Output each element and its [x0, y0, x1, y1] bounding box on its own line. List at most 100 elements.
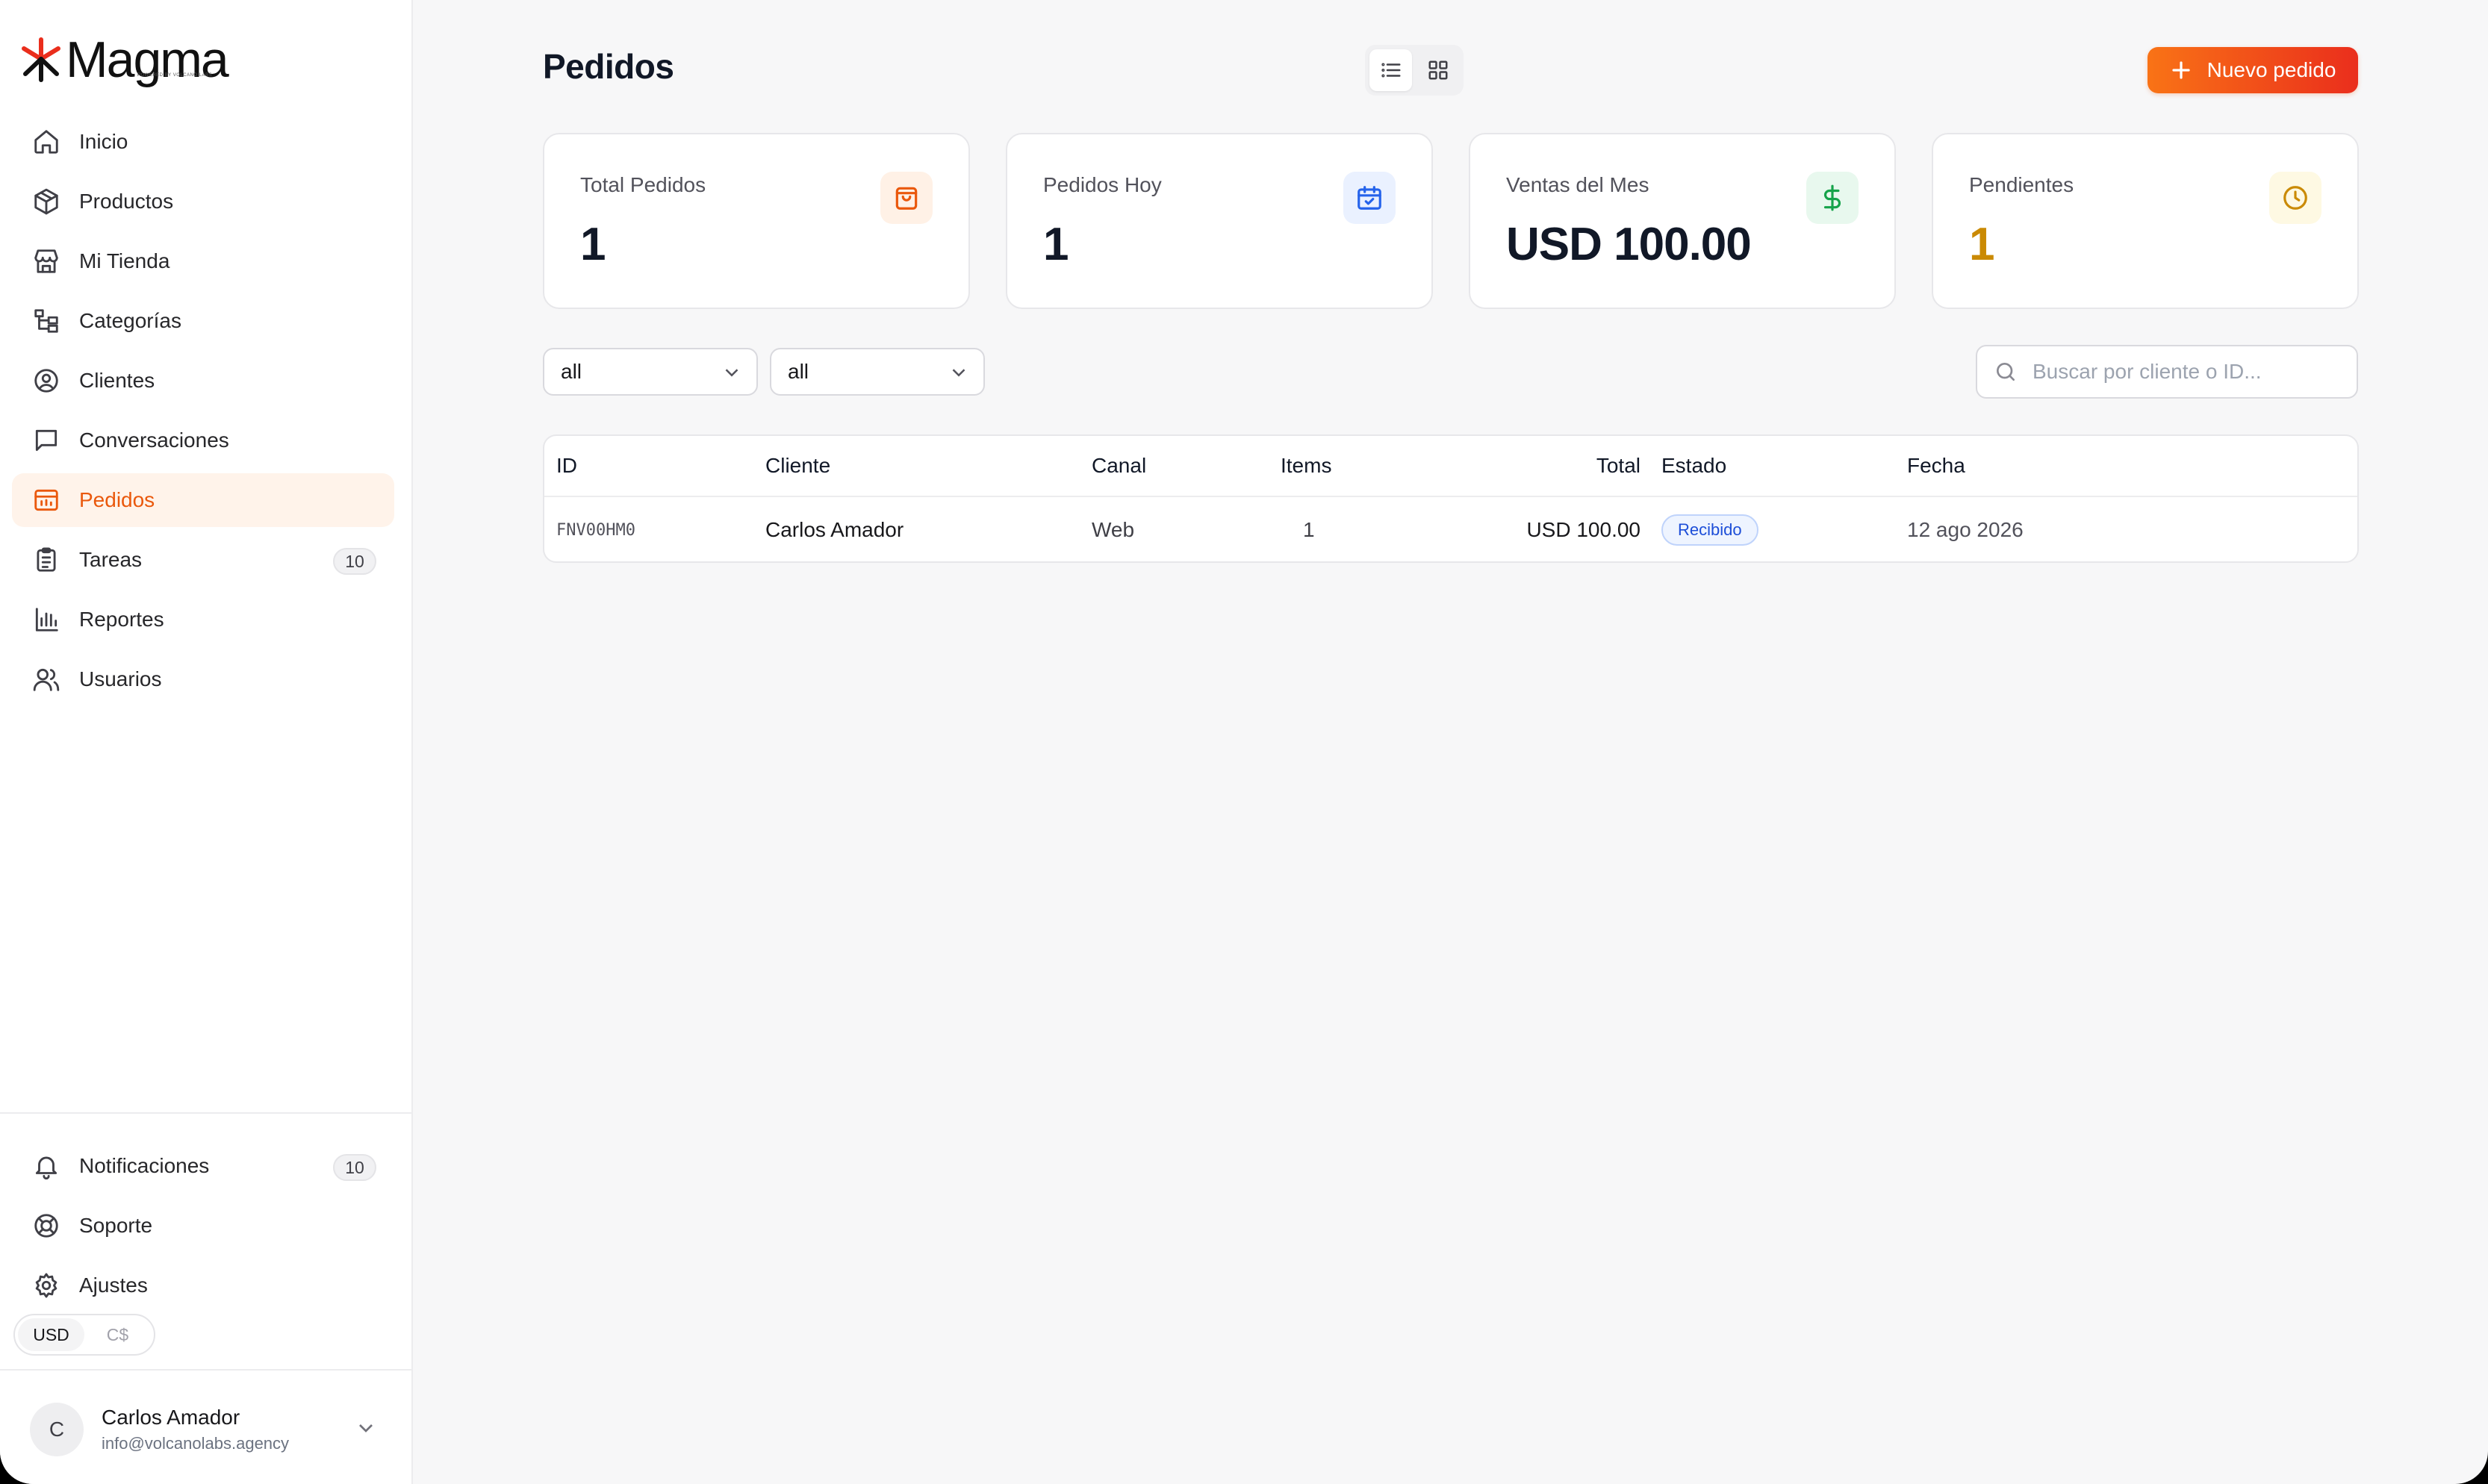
bar-chart-icon — [31, 605, 61, 635]
sidebar-item-label: Reportes — [79, 608, 164, 631]
new-order-button[interactable]: Nuevo pedido — [2148, 47, 2358, 93]
calendar-check-icon — [1343, 172, 1396, 224]
sidebar-item-label: Clientes — [79, 369, 155, 392]
home-icon — [31, 127, 61, 157]
sidebar: Magma POWERED BY VOLCANO LABS Inicio Pro… — [0, 0, 413, 1484]
chevron-down-icon — [948, 361, 970, 384]
chat-icon — [31, 425, 61, 455]
column-header-items[interactable]: Items — [1281, 436, 1331, 496]
orders-icon — [31, 485, 61, 515]
channel-filter-value: all — [788, 360, 809, 383]
stat-card-ventas-mes: Ventas del Mes USD 100.00 — [1469, 133, 1896, 309]
stat-label: Ventas del Mes — [1506, 173, 1649, 196]
sidebar-item-conversaciones[interactable]: Conversaciones — [12, 414, 394, 467]
order-total: USD 100.00 — [1526, 518, 1640, 541]
sidebar-divider — [0, 1369, 413, 1371]
table-row[interactable]: FNV00HM0 Carlos Amador Web 1 USD 100.00 … — [544, 497, 2357, 561]
order-id: FNV00HM0 — [556, 520, 635, 540]
clipboard-icon — [31, 545, 61, 575]
column-header-cliente[interactable]: Cliente — [765, 436, 830, 496]
avatar: C — [30, 1403, 84, 1456]
user-circle-icon — [31, 366, 61, 396]
sidebar-item-label: Ajustes — [79, 1273, 148, 1297]
status-badge-cell: Recibido — [1661, 497, 1758, 561]
view-toggle — [1365, 45, 1464, 96]
chevron-down-icon — [721, 361, 743, 384]
magma-logo-icon — [22, 37, 60, 82]
status-filter-select[interactable]: all — [543, 348, 758, 396]
sidebar-item-pedidos[interactable]: Pedidos — [12, 473, 394, 527]
currency-usd-option[interactable]: USD — [18, 1318, 84, 1351]
search-input[interactable] — [2033, 360, 2346, 384]
grid-view-button[interactable] — [1416, 49, 1459, 91]
user-email: info@volcanolabs.agency — [102, 1434, 290, 1453]
order-items: 1 — [1303, 518, 1315, 541]
status-badge: Recibido — [1661, 514, 1758, 546]
sidebar-item-label: Inicio — [79, 130, 128, 153]
sidebar-item-usuarios[interactable]: Usuarios — [12, 652, 394, 706]
box-icon — [31, 187, 61, 216]
brand-logo[interactable]: Magma — [18, 30, 229, 90]
order-channel: Web — [1092, 518, 1135, 541]
sidebar-item-inicio[interactable]: Inicio — [12, 115, 394, 169]
secondary-nav: Notificaciones 10 Soporte Ajustes — [12, 1139, 394, 1318]
new-order-label: Nuevo pedido — [2206, 58, 2336, 81]
stat-card-pedidos-hoy: Pedidos Hoy 1 — [1006, 133, 1433, 309]
shopping-bag-icon — [880, 172, 933, 224]
sidebar-item-label: Notificaciones — [79, 1154, 210, 1177]
user-name: Carlos Amador — [102, 1406, 240, 1429]
column-header-fecha[interactable]: Fecha — [1907, 436, 1965, 496]
bell-icon — [31, 1151, 61, 1181]
stats-row: Total Pedidos 1 Pedidos Hoy 1 Ventas del… — [543, 133, 2359, 309]
page-title: Pedidos — [543, 47, 674, 86]
app-window: Magma POWERED BY VOLCANO LABS Inicio Pro… — [0, 0, 2488, 1484]
column-header-id[interactable]: ID — [556, 436, 577, 496]
sidebar-item-reportes[interactable]: Reportes — [12, 593, 394, 646]
dollar-icon — [1806, 172, 1859, 224]
brand-tagline: POWERED BY VOLCANO LABS — [137, 73, 213, 78]
currency-cordoba-option[interactable]: C$ — [84, 1318, 151, 1351]
sidebar-item-clientes[interactable]: Clientes — [12, 354, 394, 408]
stat-value: 1 — [1969, 219, 1994, 270]
user-menu[interactable]: C Carlos Amador info@volcanolabs.agency — [30, 1400, 388, 1459]
sidebar-item-label: Productos — [79, 190, 174, 213]
users-icon — [31, 664, 61, 694]
column-header-estado[interactable]: Estado — [1661, 436, 1726, 496]
store-icon — [31, 246, 61, 276]
hierarchy-icon — [31, 306, 61, 336]
sidebar-item-label: Mi Tienda — [79, 249, 170, 272]
column-header-total[interactable]: Total — [1596, 436, 1640, 496]
sidebar-item-categorias[interactable]: Categorías — [12, 294, 394, 348]
sidebar-item-mi-tienda[interactable]: Mi Tienda — [12, 234, 394, 288]
lifebuoy-icon — [31, 1211, 61, 1241]
main-nav: Inicio Productos Mi Tienda Categorías Cl… — [12, 115, 394, 712]
clock-icon — [2269, 172, 2321, 224]
chevron-down-icon[interactable] — [354, 1416, 381, 1443]
search-box — [1976, 345, 2358, 399]
list-icon — [1381, 63, 1400, 78]
stat-value: 1 — [1043, 219, 1069, 270]
list-view-button[interactable] — [1369, 49, 1412, 91]
channel-filter-select[interactable]: all — [770, 348, 985, 396]
sidebar-item-notificaciones[interactable]: Notificaciones 10 — [12, 1139, 394, 1193]
sidebar-divider — [0, 1112, 413, 1114]
sidebar-item-ajustes[interactable]: Ajustes — [12, 1259, 394, 1312]
sidebar-item-soporte[interactable]: Soporte — [12, 1199, 394, 1253]
search-icon — [1997, 363, 2015, 381]
sidebar-item-label: Categorías — [79, 309, 181, 332]
orders-table: ID Cliente Canal Items Total Estado Fech… — [543, 434, 2359, 563]
sidebar-item-label: Pedidos — [79, 488, 155, 511]
table-header: ID Cliente Canal Items Total Estado Fech… — [544, 436, 2357, 497]
sidebar-item-tareas[interactable]: Tareas 10 — [12, 533, 394, 587]
status-filter-value: all — [561, 360, 582, 383]
stat-value: 1 — [580, 219, 606, 270]
stat-card-total-pedidos: Total Pedidos 1 — [543, 133, 970, 309]
stat-label: Pendientes — [1969, 173, 2074, 196]
sidebar-item-label: Conversaciones — [79, 428, 229, 452]
stat-label: Total Pedidos — [580, 173, 706, 196]
sidebar-item-label: Usuarios — [79, 667, 162, 690]
notifications-count-badge: 10 — [333, 1154, 376, 1181]
sidebar-item-productos[interactable]: Productos — [12, 175, 394, 228]
column-header-canal[interactable]: Canal — [1092, 436, 1146, 496]
order-client: Carlos Amador — [765, 518, 904, 541]
